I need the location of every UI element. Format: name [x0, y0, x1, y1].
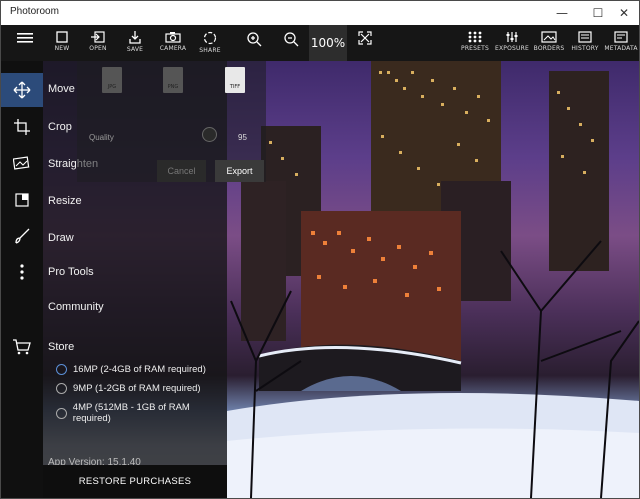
save-icon — [129, 31, 141, 44]
resolution-label: 4MP (512MB - 1GB of RAM required) — [72, 402, 190, 424]
camera-button[interactable]: CAMERA — [157, 25, 189, 61]
borders-label: BORDERS — [533, 45, 565, 52]
cancel-button[interactable]: Cancel — [157, 160, 206, 182]
quality-slider[interactable] — [202, 127, 217, 142]
format-label: JPG — [107, 84, 117, 90]
restore-purchases-button[interactable]: RESTORE PURCHASES — [43, 465, 227, 498]
tool-rail — [1, 61, 43, 498]
exposure-icon — [506, 32, 518, 42]
open-label: OPEN — [89, 45, 107, 52]
cart-icon — [13, 339, 31, 355]
quality-label: Quality — [89, 133, 114, 142]
menu-item-resize[interactable]: Resize — [48, 195, 82, 207]
new-icon — [56, 31, 68, 43]
crop-tool-button[interactable] — [1, 110, 43, 144]
resolution-option-9mp[interactable]: 9MP (1-2GB of RAM required) — [56, 383, 201, 394]
menu-item-draw[interactable]: Draw — [48, 232, 74, 244]
camera-icon — [165, 32, 181, 43]
pro-tools-button[interactable] — [1, 255, 43, 289]
export-button[interactable]: Export — [215, 160, 264, 182]
document-icon: TIFF — [225, 67, 245, 93]
format-png[interactable]: PNG — [160, 67, 186, 101]
menu-item-community[interactable]: Community — [48, 301, 104, 313]
metadata-icon — [614, 31, 628, 43]
presets-label: PRESETS — [461, 45, 490, 52]
save-format-panel: JPG PNG TIFF Quality 95 Cancel Export — [77, 61, 266, 182]
format-label: PNG — [167, 84, 179, 90]
format-label: TIFF — [229, 84, 241, 90]
window-title: Photoroom — [10, 6, 59, 17]
zoom-out-button[interactable] — [281, 25, 301, 61]
document-icon: PNG — [163, 67, 183, 93]
history-button[interactable]: HISTORY — [570, 25, 600, 61]
resolution-option-16mp[interactable]: 16MP (2-4GB of RAM required) — [56, 364, 206, 375]
more-icon — [20, 264, 24, 280]
radio-selected[interactable] — [56, 364, 67, 375]
history-label: HISTORY — [571, 45, 599, 52]
hamburger-icon — [17, 33, 33, 43]
save-label: SAVE — [126, 46, 144, 53]
menu-item-move[interactable]: Move — [48, 83, 75, 95]
store-button[interactable] — [1, 330, 43, 364]
metadata-button[interactable]: METADATA — [604, 25, 638, 61]
presets-button[interactable]: PRESETS — [461, 25, 489, 61]
camera-label: CAMERA — [159, 45, 187, 52]
open-icon — [91, 31, 105, 43]
save-button[interactable]: SAVE — [122, 25, 148, 61]
resize-icon — [15, 193, 29, 207]
title-bar: Photoroom — ☐ ✕ — [1, 1, 639, 25]
open-button[interactable]: OPEN — [85, 25, 111, 61]
crop-icon — [14, 119, 30, 135]
resolution-label: 16MP (2-4GB of RAM required) — [73, 364, 206, 375]
move-icon — [13, 81, 31, 99]
zoom-out-icon — [284, 32, 299, 47]
hamburger-menu-button[interactable] — [11, 25, 39, 61]
presets-icon — [468, 31, 482, 43]
zoom-in-button[interactable] — [244, 25, 264, 61]
fit-screen-button[interactable] — [356, 25, 374, 61]
quality-value: 95 — [238, 133, 247, 142]
draw-tool-button[interactable] — [1, 219, 43, 253]
new-label: NEW — [54, 45, 70, 52]
resolution-option-4mp[interactable]: 4MP (512MB - 1GB of RAM required) — [56, 402, 227, 424]
format-jpg[interactable]: JPG — [99, 67, 125, 101]
exposure-label: EXPOSURE — [495, 45, 530, 52]
move-tool-button[interactable] — [1, 73, 43, 107]
new-button[interactable]: NEW — [49, 25, 75, 61]
document-icon: JPG — [102, 67, 122, 93]
borders-icon — [541, 31, 557, 43]
format-tiff[interactable]: TIFF — [222, 67, 248, 101]
minimize-button[interactable]: — — [547, 1, 577, 25]
menu-item-pro-tools[interactable]: Pro Tools — [48, 266, 94, 278]
app-window: Photoroom — ☐ ✕ NEW OPEN SAVE CAMERA SHA… — [0, 0, 640, 499]
metadata-label: METADATA — [604, 45, 638, 52]
straighten-tool-button[interactable] — [1, 146, 43, 180]
radio-unselected[interactable] — [56, 407, 67, 419]
menu-item-store[interactable]: Store — [48, 341, 74, 353]
share-icon — [203, 31, 217, 45]
resize-tool-button[interactable] — [1, 183, 43, 217]
radio-unselected[interactable] — [56, 383, 67, 394]
zoom-level[interactable]: 100% — [309, 25, 347, 61]
straighten-icon — [13, 156, 30, 170]
share-label: SHARE — [199, 47, 221, 54]
zoom-in-icon — [247, 32, 262, 47]
menu-item-crop[interactable]: Crop — [48, 121, 72, 133]
history-icon — [578, 31, 592, 43]
close-button[interactable]: ✕ — [609, 1, 639, 25]
brush-icon — [15, 228, 30, 244]
share-button[interactable]: SHARE — [196, 25, 224, 61]
fit-screen-icon — [358, 31, 372, 45]
exposure-button[interactable]: EXPOSURE — [495, 25, 529, 61]
resolution-label: 9MP (1-2GB of RAM required) — [73, 383, 201, 394]
borders-button[interactable]: BORDERS — [533, 25, 565, 61]
